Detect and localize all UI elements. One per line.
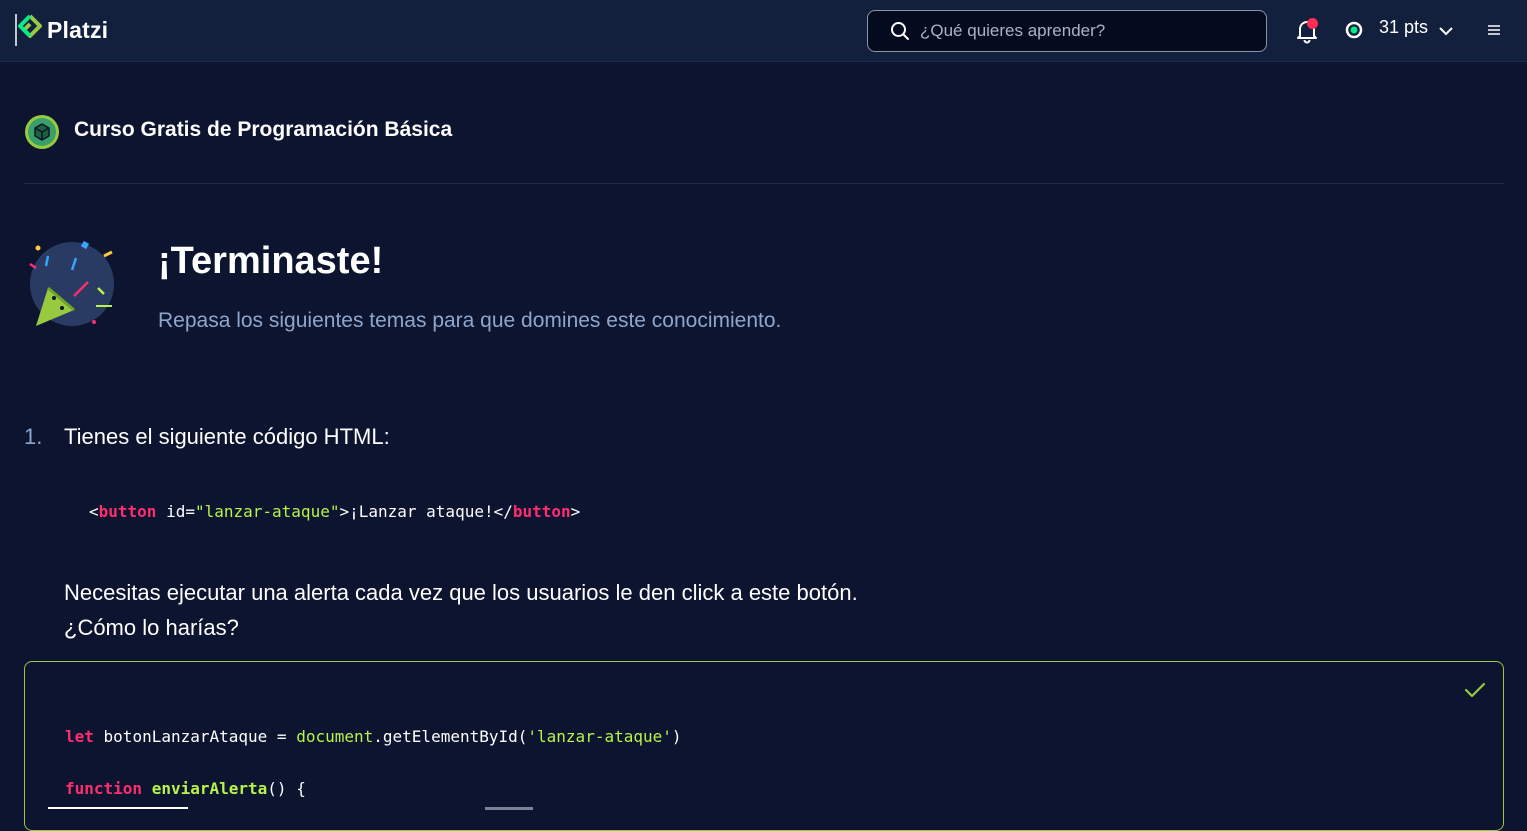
search-input[interactable] [918,20,1252,42]
code-token: ) [671,727,682,746]
code-keyword: function [65,779,143,798]
html-code-snippet: <button id="lanzar-ataque">¡Lanzar ataqu… [89,502,580,521]
search-icon [891,22,909,40]
notification-dot [1307,18,1318,29]
course-title: Curso Gratis de Programación Básica [74,118,453,141]
question-description: Necesitas ejecutar una alerta cada vez q… [64,575,858,645]
party-popper-icon [29,240,114,326]
platzi-logo[interactable]: Platzi [14,12,108,48]
chevron-down-icon[interactable] [1438,25,1454,37]
code-variable: botonLanzarAtaque = [93,727,297,746]
code-string: 'lanzar-ataque' [527,727,672,746]
code-overflow-line [48,807,188,809]
top-navigation-bar: Platzi 31 pts [0,0,1527,62]
code-token: > [570,502,581,521]
question-description-line: ¿Cómo lo harías? [64,615,239,640]
code-tag: button [98,502,157,521]
question-description-line: Necesitas ejecutar una alerta cada vez q… [64,580,858,605]
question-number: 1. [24,424,43,449]
search-box[interactable] [867,10,1267,52]
code-global: document [296,727,374,746]
code-line: let botonLanzarAtaque = document.getElem… [65,724,682,750]
scrollbar-thumb[interactable] [485,807,533,810]
code-keyword: let [65,727,94,746]
code-token: < [89,502,99,521]
points-label[interactable]: 31 pts [1379,17,1428,38]
course-badge-icon [25,115,59,149]
code-attr-value: "lanzar-ataque" [194,502,340,521]
code-token: () { [267,779,306,798]
code-line: function enviarAlerta() { [65,776,682,802]
code-method: .getElementById( [373,727,528,746]
logo-text: Platzi [47,16,109,43]
code-attr: id= [156,502,195,521]
code-tag: button [512,502,571,521]
platzi-logo-icon [15,14,42,46]
divider [24,183,1504,184]
code-text: >¡Lanzar ataque!</ [339,502,513,521]
result-title: ¡Terminaste! [158,240,384,282]
points-icon [1345,21,1363,39]
question-text: Tienes el siguiente código HTML: [64,424,390,449]
answer-code: let botonLanzarAtaque = document.getElem… [65,724,682,802]
menu-icon[interactable] [1487,22,1501,38]
result-subtitle: Repasa los siguientes temas para que dom… [158,309,782,332]
code-function-name: enviarAlerta [151,779,268,798]
check-icon [1464,682,1486,698]
